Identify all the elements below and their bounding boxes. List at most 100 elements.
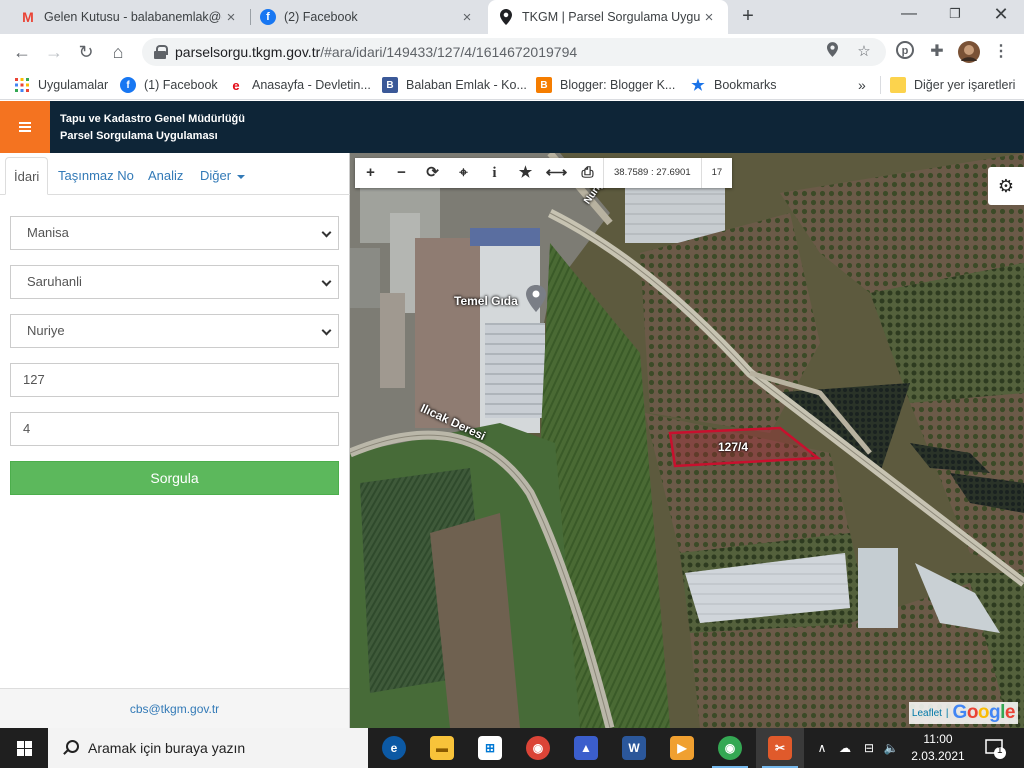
tab-gmail[interactable]: M Gelen Kutusu - balabanemlak@gmail.com … — [10, 0, 250, 34]
location-icon[interactable] — [822, 42, 842, 62]
close-icon[interactable]: × — [222, 9, 240, 26]
chevron-down-icon — [321, 325, 332, 336]
bookmark-apps[interactable]: Uygulamalar — [14, 76, 108, 94]
bookmark-divider — [880, 76, 881, 94]
location-pin-icon — [498, 9, 514, 25]
tray-chevron-up-icon[interactable]: ∧ — [812, 728, 832, 768]
apps-grid-icon — [14, 77, 30, 93]
locate-button[interactable]: ⌖ — [448, 158, 479, 188]
parcel-label: 127/4 — [718, 440, 749, 454]
reload-button[interactable]: ↻ — [74, 40, 98, 64]
app-header: Tapu ve Kadastro Genel Müdürlüğü Parsel … — [0, 101, 1024, 153]
store-icon[interactable]: ⊞ — [466, 728, 514, 768]
onedrive-icon[interactable]: ☁ — [834, 728, 856, 768]
favorite-star-button[interactable]: ★ — [510, 158, 541, 188]
query-button[interactable]: Sorgula — [10, 461, 339, 495]
chevron-down-icon — [321, 276, 332, 287]
coordinate-readout: 38.7589 : 27.6901 — [603, 158, 701, 188]
tab-tkgm[interactable]: TKGM | Parsel Sorgulama Uygulaması × — [488, 0, 728, 34]
zoom-in-button[interactable]: + — [355, 158, 386, 188]
snipping-tool-icon[interactable]: ✂ — [756, 728, 804, 768]
new-tab-button[interactable]: + — [736, 5, 760, 29]
bookmark-star-icon[interactable]: ☆ — [854, 42, 874, 62]
tab-title: TKGM | Parsel Sorgulama Uygulaması — [522, 10, 700, 24]
notification-center-icon[interactable]: 1 — [980, 728, 1010, 768]
bookmark-blogger[interactable]: B Blogger: Blogger K... — [536, 76, 675, 94]
chrome-icon[interactable]: ◉ — [706, 728, 754, 768]
windows-start-icon[interactable] — [0, 728, 48, 768]
edge-icon[interactable]: e — [370, 728, 418, 768]
close-icon[interactable]: × — [700, 9, 718, 26]
province-value: Manisa — [27, 225, 69, 240]
word-icon[interactable]: W — [610, 728, 658, 768]
home-button[interactable]: ⌂ — [106, 40, 130, 64]
network-icon[interactable]: ⊟ — [858, 728, 880, 768]
bookmark-label: Bookmarks — [714, 78, 777, 92]
media-player-icon[interactable]: ▶ — [658, 728, 706, 768]
browser-tab-strip: M Gelen Kutusu - balabanemlak@gmail.com … — [0, 0, 1024, 34]
more-bookmarks-chevron-icon[interactable]: » — [858, 76, 866, 94]
volume-icon[interactable]: 🔈 — [880, 728, 902, 768]
bookmark-label: Uygulamalar — [38, 78, 109, 92]
hamburger-menu-icon[interactable] — [0, 101, 50, 153]
settings-gear-icon[interactable]: ⚙ — [988, 167, 1024, 205]
neighborhood-value: Nuriye — [27, 323, 65, 338]
search-icon — [62, 740, 79, 756]
tab-tasinmaz-no[interactable]: Taşınmaz No — [50, 157, 142, 195]
bookmark-bookmarks[interactable]: ★ Bookmarks — [690, 76, 777, 94]
bookmark-label: Blogger: Blogger K... — [560, 78, 676, 92]
print-button[interactable]: ⎙ — [572, 158, 603, 188]
forward-button[interactable]: → — [42, 40, 66, 64]
system-clock[interactable]: 11:00 2.03.2021 — [900, 731, 976, 765]
tab-title: Gelen Kutusu - balabanemlak@gmail.com — [44, 10, 222, 24]
url-text: parselsorgu.tkgm.gov.tr/#ara/idari/14943… — [175, 44, 578, 60]
tab-diger[interactable]: Diğer — [192, 157, 253, 195]
zoom-out-button[interactable]: − — [386, 158, 417, 188]
google-logo: Google — [952, 702, 1016, 723]
taskbar: Aramak için buraya yazın e ▬ ⊞ ◉ ▲ W ▶ ◉… — [0, 728, 1024, 768]
neighborhood-select[interactable]: Nuriye — [10, 314, 339, 348]
back-button[interactable]: ← — [10, 40, 34, 64]
refresh-button[interactable]: ⟳ — [417, 158, 448, 188]
chrome-profile-icon[interactable]: ◉ — [514, 728, 562, 768]
contact-email-link[interactable]: cbs@tkgm.gov.tr — [0, 688, 349, 728]
app-blue-icon[interactable]: ▲ — [562, 728, 610, 768]
map-view[interactable]: Temel Gıda Ilıcak Deresi Nuriye 127/4 + … — [350, 153, 1024, 728]
address-bar[interactable]: parselsorgu.tkgm.gov.tr/#ara/idari/14943… — [142, 38, 886, 66]
window-close-button[interactable]: ✕ — [978, 0, 1024, 30]
pinterest-icon[interactable]: p — [894, 41, 916, 63]
bookmark-label: Diğer yer işaretleri — [914, 78, 1016, 92]
blogger-icon: B — [536, 77, 552, 93]
measure-button[interactable]: ⟷ — [541, 158, 572, 188]
poi-label[interactable]: Temel Gıda — [454, 294, 518, 308]
tab-idari[interactable]: İdari — [5, 157, 49, 195]
extensions-puzzle-icon[interactable]: ✚ — [926, 41, 948, 63]
tab-analiz[interactable]: Analiz — [140, 157, 191, 195]
parcel-input[interactable]: 4 — [10, 412, 339, 446]
file-explorer-icon[interactable]: ▬ — [418, 728, 466, 768]
profile-avatar[interactable] — [958, 41, 980, 63]
map-toolbar: + − ⟳ ⌖ i ★ ⟷ ⎙ 38.7589 : 27.6901 17 — [355, 158, 733, 188]
edevlet-icon: e — [232, 77, 240, 93]
district-select[interactable]: Saruhanli — [10, 265, 339, 299]
province-select[interactable]: Manisa — [10, 216, 339, 250]
restore-button[interactable]: ❐ — [932, 0, 978, 30]
minimize-button[interactable]: — — [886, 0, 932, 30]
leaflet-link[interactable]: Leaflet — [912, 708, 942, 719]
taskbar-search[interactable]: Aramak için buraya yazın — [48, 728, 368, 768]
zoom-level: 17 — [700, 158, 733, 188]
attribution-separator: | — [945, 707, 949, 719]
bookmark-edevlet[interactable]: e Anasayfa - Devletin... — [228, 76, 370, 94]
tab-facebook[interactable]: f (2) Facebook × — [250, 0, 486, 34]
info-button[interactable]: i — [479, 158, 510, 188]
other-bookmarks[interactable]: Diğer yer işaretleri — [890, 76, 1015, 94]
close-icon[interactable]: × — [458, 9, 476, 26]
star-icon: ★ — [691, 77, 705, 94]
menu-kebab-icon[interactable]: ⋮ — [990, 41, 1012, 63]
bookmark-label: (1) Facebook — [144, 78, 218, 92]
bookmark-balaban[interactable]: B Balaban Emlak - Ko... — [382, 76, 527, 94]
bookmark-label: Balaban Emlak - Ko... — [406, 78, 527, 92]
bookmark-facebook[interactable]: f (1) Facebook — [120, 76, 218, 94]
block-input[interactable]: 127 — [10, 363, 339, 397]
lock-icon[interactable] — [154, 45, 168, 59]
